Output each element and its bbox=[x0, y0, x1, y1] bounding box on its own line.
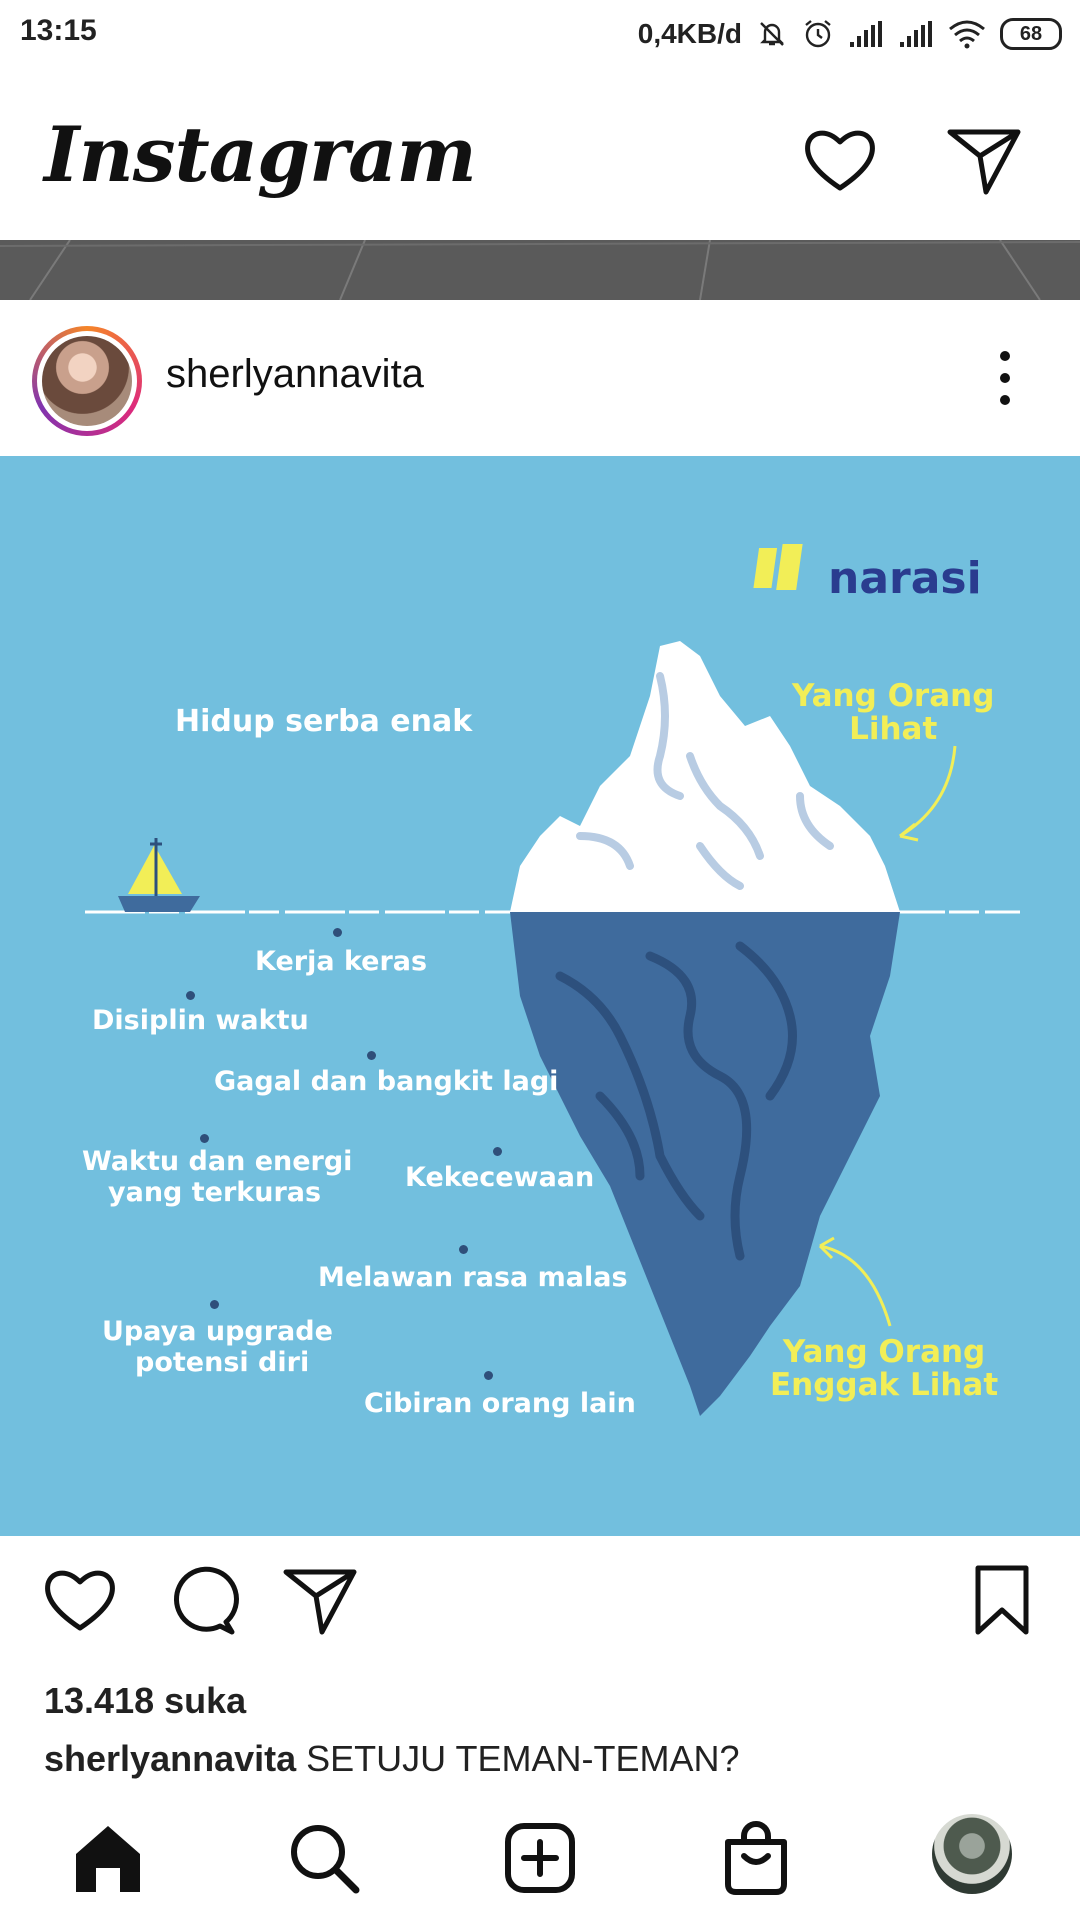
add-post-icon[interactable] bbox=[500, 1818, 580, 1898]
post-actions bbox=[0, 1536, 1080, 1656]
post-image[interactable]: narasi Hidup serba enak Yang Orang Lihat… bbox=[0, 456, 1080, 1536]
post-caption: sherlyannavita SETUJU TEMAN-TEMAN? bbox=[44, 1738, 740, 1780]
heart-icon[interactable] bbox=[800, 120, 880, 200]
item-waktu-energi: Waktu dan energi bbox=[82, 1146, 353, 1177]
caption-username[interactable]: sherlyannavita bbox=[44, 1738, 296, 1779]
item-disiplin-waktu: Disiplin waktu bbox=[92, 1005, 309, 1036]
bullet-dot bbox=[484, 1371, 493, 1380]
label-visible: Yang Orang Lihat bbox=[792, 678, 995, 747]
label-hidden: Yang Orang Enggak Lihat bbox=[770, 1334, 999, 1403]
home-icon[interactable] bbox=[68, 1818, 148, 1898]
item-kekecewaan: Kekecewaan bbox=[405, 1162, 595, 1193]
alarm-icon bbox=[805, 20, 831, 48]
post-header: sherlyannavita bbox=[0, 300, 1080, 456]
avatar[interactable] bbox=[32, 326, 142, 436]
signal-icon bbox=[850, 21, 882, 47]
bullet-dot bbox=[493, 1147, 502, 1156]
item-terkuras: yang terkuras bbox=[108, 1177, 322, 1208]
profile-avatar[interactable] bbox=[932, 1814, 1012, 1894]
label-top: Hidup serba enak bbox=[175, 704, 473, 739]
bullet-dot bbox=[459, 1245, 468, 1254]
bullet-dot bbox=[200, 1134, 209, 1143]
item-malas: Melawan rasa malas bbox=[318, 1262, 628, 1293]
bullet-dot bbox=[186, 991, 195, 1000]
more-options-icon[interactable] bbox=[995, 346, 1015, 410]
item-potensi: potensi diri bbox=[135, 1347, 310, 1378]
status-time: 13:15 bbox=[20, 14, 97, 47]
bullet-dot bbox=[210, 1300, 219, 1309]
signal-icon bbox=[900, 21, 932, 47]
item-kerja-keras: Kerja keras bbox=[255, 946, 428, 977]
app-header: Instagram bbox=[0, 72, 1080, 240]
item-upgrade: Upaya upgrade bbox=[102, 1316, 333, 1347]
bottom-nav bbox=[0, 1800, 1080, 1920]
instagram-logo[interactable]: Instagram bbox=[44, 110, 477, 199]
caption-text: SETUJU TEMAN-TEMAN? bbox=[306, 1738, 740, 1779]
network-speed: 0,4KB/d bbox=[637, 18, 742, 49]
like-count[interactable]: 13.418 suka bbox=[44, 1680, 246, 1722]
status-bar: 13:15 0,4KB/d 68 bbox=[0, 0, 1080, 72]
comment-icon[interactable] bbox=[160, 1560, 240, 1640]
battery-level: 68 bbox=[1019, 22, 1043, 45]
item-gagal: Gagal dan bangkit lagi bbox=[214, 1066, 559, 1097]
battery-icon: 68 bbox=[1000, 18, 1062, 50]
search-icon[interactable] bbox=[284, 1818, 364, 1898]
avatar-border bbox=[37, 331, 137, 431]
mute-icon bbox=[760, 22, 784, 46]
post-username[interactable]: sherlyannavita bbox=[166, 352, 424, 397]
bullet-dot bbox=[367, 1051, 376, 1060]
like-heart-icon[interactable] bbox=[40, 1560, 120, 1640]
avatar-photo bbox=[42, 336, 132, 426]
shop-icon[interactable] bbox=[716, 1818, 796, 1898]
direct-message-icon[interactable] bbox=[944, 120, 1024, 200]
item-cibiran: Cibiran orang lain bbox=[364, 1388, 636, 1419]
previous-post-image[interactable] bbox=[0, 240, 1080, 300]
floor-pattern bbox=[0, 240, 1080, 300]
bookmark-icon[interactable] bbox=[962, 1560, 1042, 1640]
bullet-dot bbox=[333, 928, 342, 937]
share-icon[interactable] bbox=[280, 1560, 360, 1640]
status-right: 0,4KB/d 68 bbox=[638, 14, 1062, 54]
brand-narasi: narasi bbox=[828, 553, 982, 604]
wifi-icon bbox=[949, 20, 985, 49]
